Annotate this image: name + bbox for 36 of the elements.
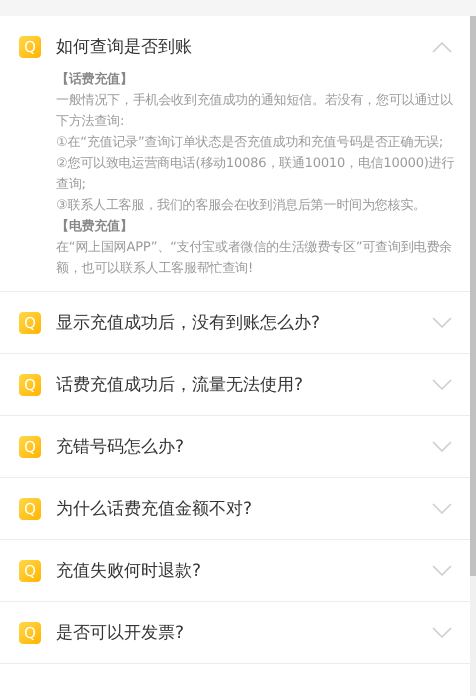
answer-text: ①在“充值记录”查询订单状态是否充值成功和充值号码是否正确无误; xyxy=(56,134,444,152)
q-icon: Q xyxy=(19,312,41,334)
answer-text: ②您可以致电运营商电话(移动10086，联通10010，电信10000)进行查询; xyxy=(56,155,456,194)
faq-header[interactable]: Q 是否可以开发票? xyxy=(0,602,470,663)
faq-question: 充错号码怎么办? xyxy=(56,436,186,458)
faq-header[interactable]: Q 为什么话费充值金额不对? xyxy=(0,478,470,539)
faq-question: 充值失败何时退款? xyxy=(56,560,202,582)
faq-header[interactable]: Q 充值失败何时退款? xyxy=(0,540,470,601)
scrollbar-thumb[interactable] xyxy=(470,16,476,576)
answer-text: 在“网上国网APP”、“支付宝或者微信的生活缴费专区”可查询到电费余额，也可以联系人工客服帮忙查询! xyxy=(56,239,453,278)
q-icon: Q xyxy=(19,498,41,520)
chevron-down-icon xyxy=(432,564,452,576)
chevron-down-icon xyxy=(432,502,452,514)
faq-header[interactable]: Q 充错号码怎么办? xyxy=(0,416,470,477)
scrollbar[interactable] xyxy=(470,16,476,696)
q-icon: Q xyxy=(19,560,41,582)
q-icon: Q xyxy=(19,36,41,58)
faq-question: 为什么话费充值金额不对? xyxy=(56,498,254,520)
faq-question: 显示充值成功后，没有到账怎么办? xyxy=(56,312,322,334)
chevron-down-icon xyxy=(432,626,452,638)
chevron-down-icon xyxy=(432,378,452,390)
answer-heading: 【话费充值】 xyxy=(56,70,134,89)
q-icon: Q xyxy=(19,374,41,396)
faq-header[interactable]: Q 话费充值成功后，流量无法使用? xyxy=(0,354,470,415)
chevron-down-icon xyxy=(432,440,452,452)
answer-text: ③联系人工客服，我们的客服会在收到消息后第一时间为您核实。 xyxy=(56,197,427,215)
q-icon: Q xyxy=(19,436,41,458)
faq-question: 是否可以开发票? xyxy=(56,622,186,644)
chevron-down-icon xyxy=(432,316,452,328)
answer-heading: 【电费充值】 xyxy=(56,218,134,236)
faq-question: 如何查询是否到账 xyxy=(56,36,193,58)
faq-question: 话费充值成功后，流量无法使用? xyxy=(56,374,304,396)
answer-text: 一般情况下，手机会收到充值成功的通知短信。若没有，您可以通过以下方法查询: xyxy=(56,92,454,131)
q-icon: Q xyxy=(19,622,41,644)
faq-header[interactable]: Q 显示充值成功后，没有到账怎么办? xyxy=(0,292,470,353)
chevron-up-icon xyxy=(432,40,452,52)
